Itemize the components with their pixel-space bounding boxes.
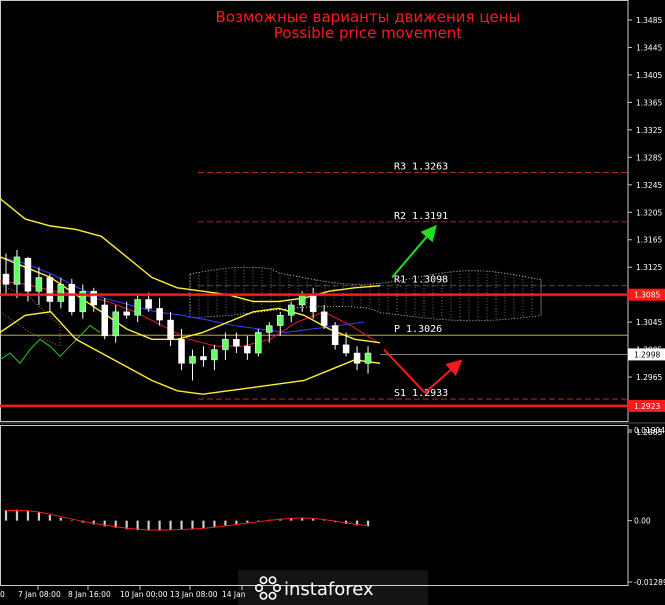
- candle-body: [24, 258, 32, 292]
- logo-text: instaforex: [284, 579, 374, 600]
- oscillator-tick-label: 0.01904: [634, 426, 665, 435]
- candle-body: [353, 352, 361, 364]
- candle-body: [35, 277, 43, 292]
- candle-body: [189, 356, 196, 364]
- candle-body: [255, 332, 262, 354]
- candle-body: [244, 345, 251, 354]
- price-tick-label: 1.3285: [636, 153, 662, 162]
- candle-body: [112, 311, 119, 337]
- candle-body: [46, 277, 54, 302]
- time-tick-label: 10 Jan 00:00: [120, 590, 168, 599]
- candle-body: [298, 294, 306, 306]
- price-tick-label: 1.3205: [636, 208, 662, 217]
- upward-arrow: [391, 224, 437, 279]
- time-tick-label: 8 Jan 16:00: [68, 590, 111, 599]
- price-tick-label: 1.3405: [636, 71, 662, 80]
- candle-body: [145, 299, 152, 309]
- oscillator-panel-frame: [0, 425, 629, 586]
- price-tick-label: 1.3325: [636, 126, 662, 135]
- oscillator-tick-label: 0.00: [634, 517, 651, 526]
- candle-body: [101, 304, 108, 337]
- candle-body: [167, 319, 174, 340]
- yellow-band-middle: [0, 256, 381, 344]
- oscillator-tick-label: -0.01289: [634, 578, 665, 587]
- price-tick-label: 1.3245: [636, 181, 662, 190]
- candle-body: [200, 356, 207, 361]
- instaforex-logo: instaforex: [238, 570, 428, 605]
- candle-body: [277, 315, 284, 326]
- support-price-label: 1.3085: [634, 291, 660, 300]
- candle-body: [287, 304, 295, 316]
- pivot-level-label-r1: R1 1.3098: [394, 275, 448, 286]
- chart-window: Возможные варианты движения цены Possible…: [0, 0, 665, 605]
- candle-body: [13, 256, 21, 285]
- yellow-band-upper: [0, 197, 381, 303]
- chart-title-en: Possible price movement: [274, 24, 463, 42]
- candle-body: [90, 290, 98, 306]
- pivot-level-label-p: P 1.3026: [394, 324, 442, 335]
- price-chart: Возможные варианты движения ценыPossible…: [0, 0, 665, 605]
- candle-body: [156, 308, 163, 321]
- price-tick-label: 1.3045: [636, 318, 662, 327]
- candle-body: [211, 349, 218, 361]
- time-tick-label: 7 Jan 08:00: [18, 590, 61, 599]
- candle-body: [68, 284, 76, 313]
- candle-body: [233, 339, 240, 347]
- candle-body: [57, 284, 65, 302]
- price-tick-label: 1.3485: [636, 16, 662, 25]
- candle-body: [266, 325, 273, 333]
- price-tick-label: 1.3445: [636, 43, 662, 52]
- downward-arrow-leg1: [383, 348, 426, 394]
- price-tick-label: 1.3365: [636, 98, 662, 107]
- main-panel-frame: [0, 0, 629, 422]
- candle-body: [123, 311, 130, 316]
- candle-body: [222, 339, 229, 350]
- lower-target-price-label: 1.2923: [634, 402, 660, 411]
- price-tick-label: 1.3165: [636, 236, 662, 245]
- candle-body: [134, 299, 141, 316]
- current-price-label: 1.2998: [634, 350, 660, 359]
- price-tick-label: 1.3125: [636, 263, 662, 272]
- candle-body: [2, 273, 10, 285]
- pivot-level-label-r3: R3 1.3263: [394, 161, 448, 172]
- candle-body: [320, 311, 328, 326]
- pivot-level-label-r2: R2 1.3191: [394, 211, 448, 222]
- candle-body: [331, 325, 339, 346]
- time-tick-label: 0: [0, 590, 5, 599]
- candle-body: [178, 339, 185, 364]
- price-tick-label: 1.2965: [636, 373, 662, 382]
- candle-body: [364, 352, 372, 364]
- time-tick-label: 13 Jan 08:00: [170, 590, 218, 599]
- candle-body: [342, 344, 350, 354]
- candle-body: [309, 294, 317, 313]
